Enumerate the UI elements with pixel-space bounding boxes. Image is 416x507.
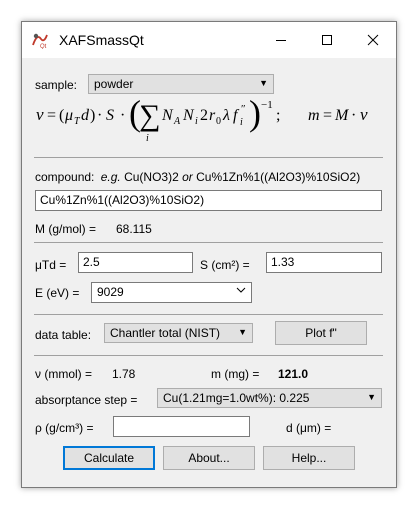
svg-text:m: m — [308, 107, 320, 124]
main-window: Qt XAFSmassQt sample: powder ▼ ν = ( μ T… — [21, 21, 397, 488]
svg-text:ν: ν — [36, 105, 44, 124]
svg-text:μ: μ — [64, 107, 73, 124]
svg-text:N: N — [182, 107, 195, 124]
minimize-icon — [276, 40, 286, 41]
nu-label: ν (mmol) = — [35, 367, 92, 381]
molar-mass-value: 68.115 — [116, 222, 152, 236]
svg-text:·: · — [120, 107, 125, 124]
separator — [34, 355, 383, 356]
window-title: XAFSmassQt — [59, 32, 144, 48]
svg-text:2: 2 — [200, 107, 208, 124]
svg-text:·: · — [351, 107, 356, 124]
energy-label: E (eV) = — [35, 286, 80, 300]
absorptance-label: absorptance step = — [35, 393, 138, 407]
separator — [34, 314, 383, 315]
area-label: S (cm²) = — [200, 258, 250, 272]
svg-text:Qt: Qt — [40, 44, 47, 49]
svg-text:T: T — [74, 116, 81, 127]
compound-input[interactable]: Cu%1Zn%1((Al2O3)%10SiO2) — [35, 190, 382, 211]
absorptance-value: Cu(1.21mg=1.0wt%): 0.225 — [163, 391, 310, 405]
svg-text:i: i — [146, 133, 149, 144]
title-bar[interactable]: Qt XAFSmassQt — [22, 22, 396, 58]
svg-text:−1: −1 — [261, 99, 273, 111]
formula-image: ν = ( μ T d ) · S · ( ∑ i N A N i 2 r 0 … — [36, 93, 368, 144]
nu-value: 1.78 — [112, 367, 136, 381]
separator — [34, 242, 383, 243]
svg-text:=: = — [47, 107, 56, 124]
area-input[interactable]: 1.33 — [266, 252, 382, 273]
svg-text:0: 0 — [216, 116, 221, 127]
energy-value: 9029 — [97, 285, 124, 299]
svg-text:): ) — [90, 107, 95, 124]
maximize-icon — [322, 35, 332, 45]
svg-text:r: r — [209, 107, 216, 124]
plot-f-button[interactable]: Plot f" — [275, 321, 367, 345]
close-button[interactable] — [350, 22, 396, 58]
data-table-select[interactable]: Chantler total (NIST) ▼ — [104, 323, 253, 343]
svg-text:(: ( — [59, 107, 64, 124]
data-table-value: Chantler total (NIST) — [110, 326, 221, 340]
example-1: Cu(NO3)2 — [124, 170, 179, 184]
or-word: or — [182, 170, 193, 184]
maximize-button[interactable] — [304, 22, 350, 58]
svg-text:;: ; — [276, 107, 280, 124]
data-table-label: data table: — [35, 328, 92, 342]
svg-text:″: ″ — [241, 103, 246, 115]
absorptance-select[interactable]: Cu(1.21mg=1.0wt%): 0.225 ▼ — [157, 388, 382, 408]
xafs-app-icon: Qt — [32, 33, 48, 49]
svg-text:i: i — [240, 117, 243, 128]
chevron-down-icon: ▼ — [367, 392, 376, 402]
thickness-label: d (μm) = — [286, 421, 332, 435]
svg-text:i: i — [195, 116, 198, 127]
svg-text:=: = — [323, 107, 332, 124]
example-2: Cu%1Zn%1((Al2O3)%10SiO2) — [196, 170, 361, 184]
mu-d-label: μTd = — [35, 258, 67, 272]
chevron-down-icon: ▼ — [238, 327, 247, 337]
mass-label: m (mg) = — [211, 367, 260, 381]
help-button[interactable]: Help... — [263, 446, 355, 470]
svg-text:·: · — [97, 107, 102, 124]
compound-hint: compound: e.g. Cu(NO3)2 or Cu%1Zn%1((Al2… — [35, 170, 360, 184]
svg-text:S: S — [106, 107, 114, 124]
molar-mass-label: M (g/mol) = — [35, 222, 97, 236]
mu-d-input[interactable]: 2.5 — [78, 252, 193, 273]
calculate-button[interactable]: Calculate — [63, 446, 155, 470]
compound-label: compound: — [35, 170, 95, 184]
chevron-down-icon[interactable] — [236, 285, 246, 297]
density-label: ρ (g/cm³) = — [35, 421, 94, 435]
svg-text:ν: ν — [360, 105, 368, 124]
svg-text:): ) — [249, 93, 261, 133]
svg-text:∑: ∑ — [139, 99, 160, 132]
energy-combo[interactable]: 9029 — [91, 282, 252, 303]
about-button[interactable]: About... — [163, 446, 255, 470]
close-icon — [367, 34, 379, 46]
example-prefix: e.g. — [100, 170, 121, 184]
svg-text:N: N — [161, 107, 174, 124]
mass-value: 121.0 — [278, 367, 309, 381]
minimize-button[interactable] — [258, 22, 304, 58]
svg-text:λ: λ — [222, 107, 230, 124]
svg-text:d: d — [81, 107, 90, 124]
separator — [34, 157, 383, 158]
svg-text:M: M — [334, 107, 350, 124]
density-input[interactable] — [113, 416, 250, 437]
svg-text:f: f — [233, 107, 240, 124]
svg-text:A: A — [173, 116, 181, 127]
